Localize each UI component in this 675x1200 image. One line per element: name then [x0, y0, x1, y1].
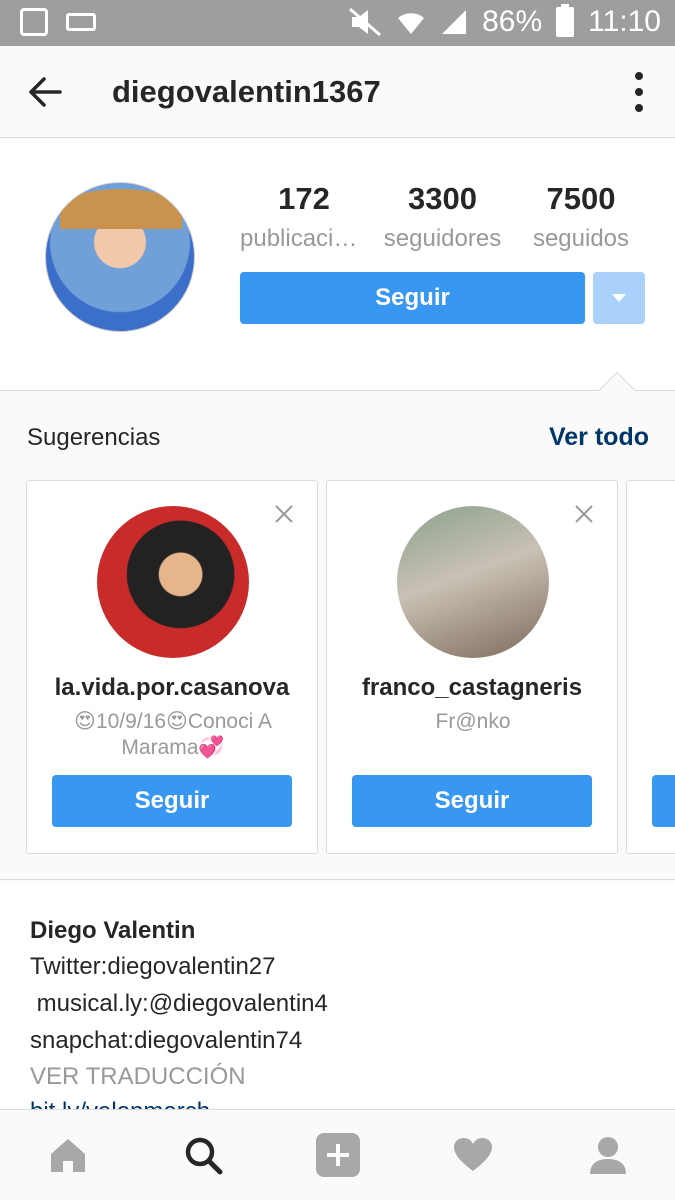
suggestion-avatar[interactable]: [97, 506, 249, 658]
suggestion-username[interactable]: la.vida.por.casanova: [27, 674, 317, 702]
see-translation-link[interactable]: VER TRADUCCIÓN: [30, 1063, 246, 1091]
bio-line: snapchat:diegovalentin74: [30, 1027, 303, 1054]
bio-line: Twitter:diegovalentin27: [30, 953, 276, 980]
status-bar: 86% 11:10: [0, 0, 675, 46]
nav-profile[interactable]: [578, 1125, 638, 1185]
suggestions-title: Sugerencias: [27, 424, 161, 451]
profile-bio: Diego Valentin Twitter:diegovalentin27 m…: [0, 881, 675, 1109]
heart-icon: [453, 1138, 492, 1171]
wifi-icon: [398, 13, 425, 35]
signal-icon: [442, 10, 467, 34]
stat-following[interactable]: 7500 seguidos: [517, 181, 645, 253]
nav-search[interactable]: [173, 1125, 233, 1185]
search-icon: [185, 1137, 222, 1175]
page-title: diegovalentin1367: [112, 74, 381, 109]
see-all-link[interactable]: Ver todo: [549, 423, 649, 452]
suggestions-panel: Sugerencias Ver todo la.vida.por.casanov…: [0, 392, 675, 880]
notification-icon: [20, 8, 48, 36]
stat-followers[interactable]: 3300 seguidores: [379, 181, 507, 253]
nav-add[interactable]: [308, 1125, 368, 1185]
profile-icon: [589, 1137, 626, 1174]
stat-label: seguidos: [532, 225, 630, 252]
battery-percent: 86%: [482, 5, 543, 38]
suggestion-subtitle: Fr@nko: [435, 710, 511, 733]
follow-suggestion-button[interactable]: Seguir: [352, 775, 592, 827]
stat-number: 3300: [408, 181, 477, 216]
close-icon[interactable]: [273, 503, 295, 525]
stat-posts[interactable]: 172 publicaciones: [240, 181, 368, 253]
battery-icon: [556, 4, 575, 37]
suggestion-card: la.vida.por.casanova 😍10/9/16😍Conoci A M…: [26, 480, 318, 854]
profile-stats: 172 publicaciones 3300 seguidores 7500 s…: [240, 181, 645, 253]
app-header: diegovalentin1367: [0, 46, 675, 138]
voicemail-icon: [66, 13, 96, 31]
full-name: Diego Valentin: [30, 917, 196, 944]
nav-activity[interactable]: [443, 1125, 503, 1185]
profile-avatar[interactable]: [45, 182, 195, 332]
suggestion-card: franco_castagneris Fr@nko Seguir: [326, 480, 618, 854]
suggestions-toggle-button[interactable]: [593, 272, 645, 324]
suggestion-subtitle: 😍10/9/16😍Conoci A Marama💞: [74, 710, 272, 759]
more-options-icon[interactable]: [633, 72, 645, 112]
stat-number: 172: [278, 181, 330, 216]
stat-label: seguidores: [383, 225, 502, 252]
follow-button[interactable]: Seguir: [240, 272, 585, 324]
home-icon: [50, 1139, 85, 1172]
clock: 11:10: [588, 5, 661, 38]
add-post-icon: [315, 1133, 360, 1177]
follow-suggestion-button[interactable]: Seguir: [52, 775, 292, 827]
follow-suggestion-button[interactable]: [652, 775, 675, 827]
mute-icon: [349, 7, 382, 37]
close-icon[interactable]: [573, 503, 595, 525]
nav-home[interactable]: [38, 1125, 98, 1185]
suggestion-card-partial: [626, 480, 675, 854]
suggestion-avatar[interactable]: [397, 506, 549, 658]
stat-label: publicaciones: [240, 225, 368, 252]
bio-line: musical.ly:@diegovalentin4: [30, 990, 328, 1017]
back-arrow-icon[interactable]: [24, 70, 68, 114]
website-link[interactable]: bit.ly/valenmerch: [30, 1098, 210, 1109]
bottom-nav: [0, 1109, 675, 1200]
stat-number: 7500: [546, 181, 616, 216]
profile-section: 172 publicaciones 3300 seguidores 7500 s…: [0, 139, 675, 409]
chevron-down-icon: [612, 294, 626, 302]
suggestion-username[interactable]: franco_castagneris: [327, 674, 617, 702]
